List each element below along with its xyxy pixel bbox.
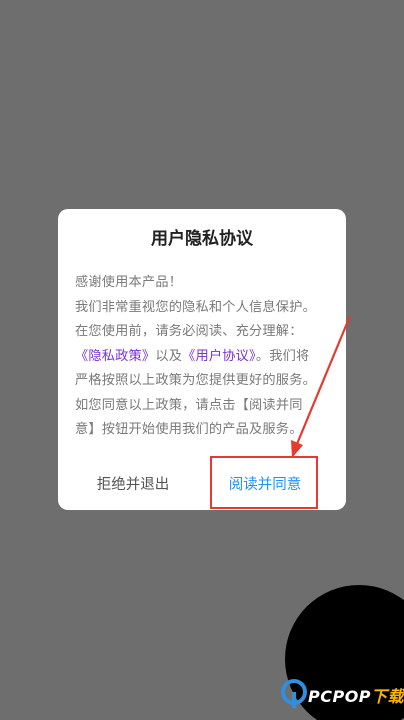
dialog-title: 用户隐私协议 bbox=[151, 229, 253, 249]
body-line-2: 我们非常重视您的隐私和个人信息保护。 bbox=[75, 299, 316, 315]
user-agreement-link[interactable]: 《用户协议》 bbox=[182, 349, 256, 364]
watermark-text: PCPOP下载 bbox=[308, 683, 404, 707]
body-line-4: 《隐私政策》以及《用户协议》。我们将 bbox=[75, 345, 333, 370]
privacy-dialog: 用户隐私协议 感谢使用本产品！ 我们非常重视您的隐私和个人信息保护。 在您使用前… bbox=[58, 209, 346, 510]
pcpop-logo-icon bbox=[281, 679, 307, 708]
body-line-4-mid: 以及 bbox=[155, 348, 183, 364]
body-line-5: 严格按照以上政策为您提供更好的服务。 bbox=[75, 373, 316, 388]
body-line-1: 感谢使用本产品！ bbox=[75, 275, 183, 290]
read-and-agree-button[interactable]: 阅读并同意 bbox=[211, 461, 319, 510]
body-line-4-end: 。我们将 bbox=[255, 348, 310, 364]
watermark: PCPOP下载 bbox=[280, 678, 404, 720]
watermark-accent: 下载 bbox=[371, 687, 404, 706]
dialog-footer: 拒绝并退出 阅读并同意 bbox=[58, 461, 346, 510]
body-line-6: 如您同意以上政策，请点击【阅读并同 bbox=[75, 397, 303, 413]
body-line-7: 意】按钮开始使用我们的产品及服务。 bbox=[75, 422, 303, 437]
body-line-3: 在您使用前，请务必阅读、充分理解： bbox=[75, 324, 303, 339]
screen: 用户隐私协议 感谢使用本产品！ 我们非常重视您的隐私和个人信息保护。 在您使用前… bbox=[0, 0, 404, 720]
dialog-body: 感谢使用本产品！ 我们非常重视您的隐私和个人信息保护。 在您使用前，请务必阅读、… bbox=[75, 271, 333, 443]
reject-and-exit-button[interactable]: 拒绝并退出 bbox=[78, 461, 188, 510]
watermark-main: PCPOP bbox=[308, 687, 372, 706]
privacy-policy-link[interactable]: 《隐私政策》 bbox=[75, 349, 155, 364]
